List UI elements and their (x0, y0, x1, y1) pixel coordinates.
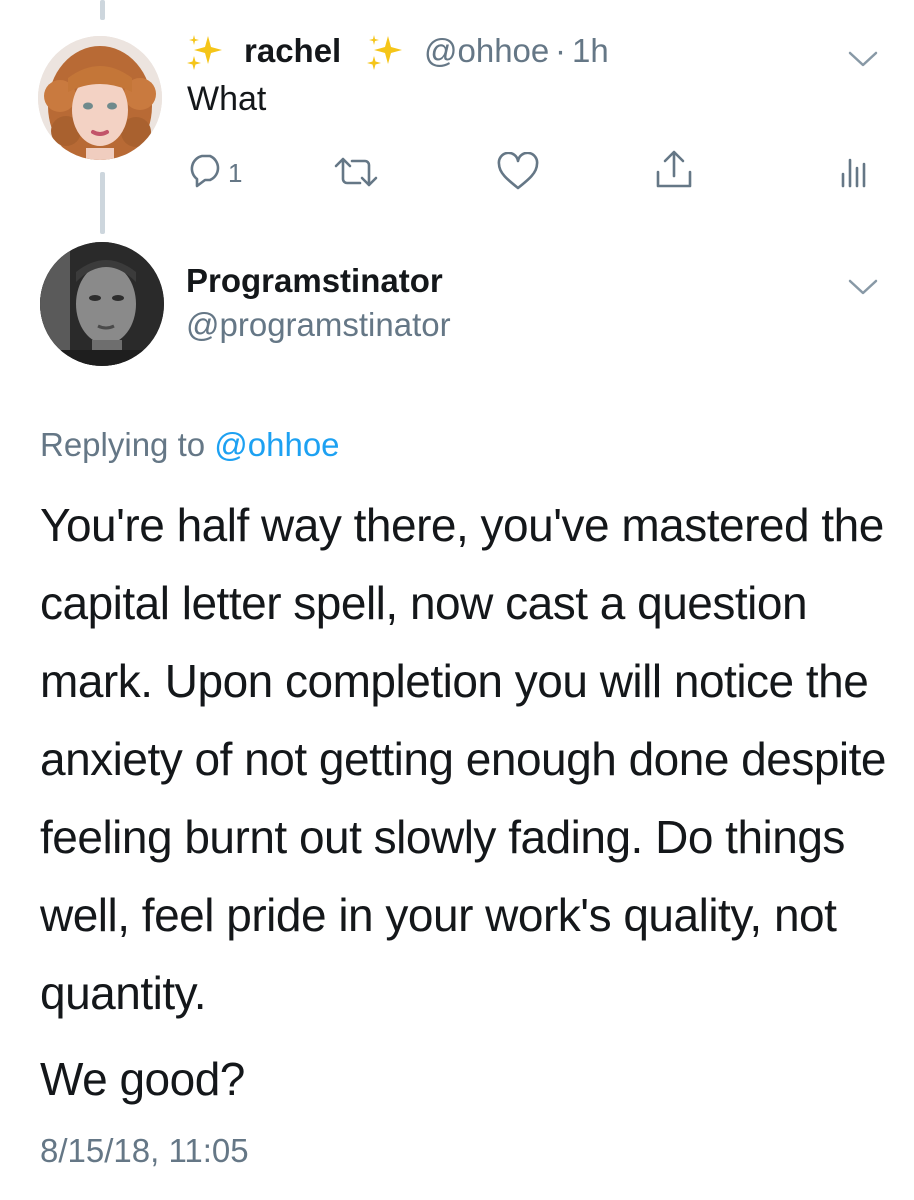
replying-to-handle[interactable]: @ohhoe (214, 426, 339, 463)
main-display-name[interactable]: Programstinator (186, 262, 443, 300)
parent-avatar[interactable] (38, 36, 162, 160)
main-handle[interactable]: @programstinator (186, 306, 451, 344)
replying-to-label: Replying to (40, 426, 215, 463)
retweet-icon[interactable] (330, 154, 382, 190)
tweet-timestamp[interactable]: 8/15/18, 11:05 (40, 1132, 249, 1170)
chevron-down-icon[interactable] (848, 278, 878, 296)
thread-line-middle (100, 172, 105, 234)
chevron-down-icon[interactable] (848, 50, 878, 68)
parent-time[interactable]: 1h (572, 32, 609, 70)
thread-line-top (100, 0, 105, 20)
reply-count: 1 (228, 158, 243, 188)
tweet-body: You're half way there, you've mastered t… (40, 499, 887, 1019)
woman-avatar-icon (38, 36, 162, 160)
tweet-closing: We good? (40, 1053, 245, 1105)
man-avatar-icon (40, 242, 164, 366)
replying-to: Replying to @ohhoe (40, 426, 340, 464)
sparkles-icon (187, 35, 222, 70)
share-icon[interactable] (652, 148, 696, 192)
analytics-icon[interactable] (838, 156, 868, 188)
parent-tweet-text: What (187, 80, 267, 118)
sparkles-icon (367, 35, 402, 70)
parent-separator: · (555, 32, 566, 69)
reply-icon[interactable] (186, 152, 226, 188)
parent-display-name[interactable]: rachel (244, 32, 341, 70)
main-avatar[interactable] (40, 242, 164, 366)
parent-handle[interactable]: @ohhoe (424, 32, 549, 70)
like-heart-icon[interactable] (496, 152, 540, 192)
